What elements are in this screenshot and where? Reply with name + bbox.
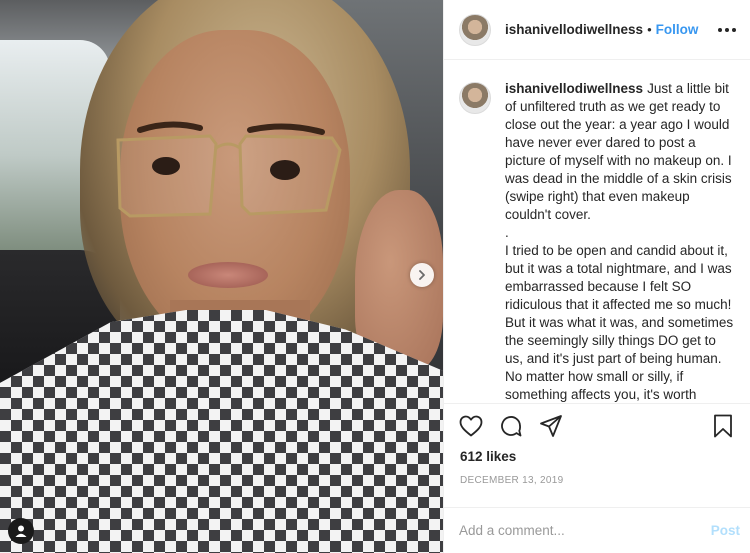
comments-scroll-area[interactable]: ishanivellodiwellness Just a little bit o… — [444, 60, 750, 403]
post-photo[interactable] — [0, 0, 443, 553]
author-avatar[interactable] — [459, 13, 491, 46]
comment-button[interactable] — [498, 413, 524, 439]
share-button[interactable] — [538, 413, 564, 439]
caption-text: ishanivellodiwellness Just a little bit o… — [505, 80, 734, 403]
follow-button[interactable]: Follow — [656, 22, 699, 37]
add-comment-bar: Post — [444, 507, 750, 553]
instagram-post: ishanivellodiwellness • Follow ishanivel… — [0, 0, 750, 553]
bookmark-icon — [714, 414, 732, 437]
post-comment-button[interactable]: Post — [711, 523, 740, 538]
likes-count[interactable]: 612 likes — [444, 447, 750, 469]
share-icon — [540, 414, 562, 437]
caption-paragraph: I tried to be open and candid about it, … — [505, 243, 734, 402]
heart-icon — [459, 415, 483, 436]
photo-lips — [188, 262, 268, 288]
author-username[interactable]: ishanivellodiwellness — [505, 22, 643, 37]
user-tag-icon — [15, 525, 27, 537]
post-actions-bar — [444, 403, 750, 447]
caption-author-username[interactable]: ishanivellodiwellness — [505, 81, 643, 96]
carousel-next-button[interactable] — [410, 263, 434, 287]
caption-paragraph: ishanivellodiwellness Just a little bit o… — [505, 81, 732, 222]
caption-author-avatar[interactable] — [459, 82, 491, 114]
more-options-icon[interactable] — [718, 27, 736, 32]
post-date[interactable]: DECEMBER 13, 2019 — [444, 469, 750, 499]
photo-gingham-blouse — [0, 310, 443, 553]
comment-input[interactable] — [459, 523, 711, 538]
caption-comment: ishanivellodiwellness Just a little bit o… — [459, 80, 734, 403]
header-separator: • — [647, 22, 652, 37]
like-button[interactable] — [458, 413, 484, 439]
post-header: ishanivellodiwellness • Follow — [444, 0, 750, 60]
caption-paragraph: . — [505, 225, 509, 240]
photo-glasses — [116, 121, 342, 218]
user-tag-button[interactable] — [8, 518, 34, 544]
save-button[interactable] — [710, 413, 736, 439]
chevron-right-icon — [419, 270, 425, 280]
comment-icon — [501, 415, 522, 436]
post-sidebar: ishanivellodiwellness • Follow ishanivel… — [443, 0, 750, 553]
